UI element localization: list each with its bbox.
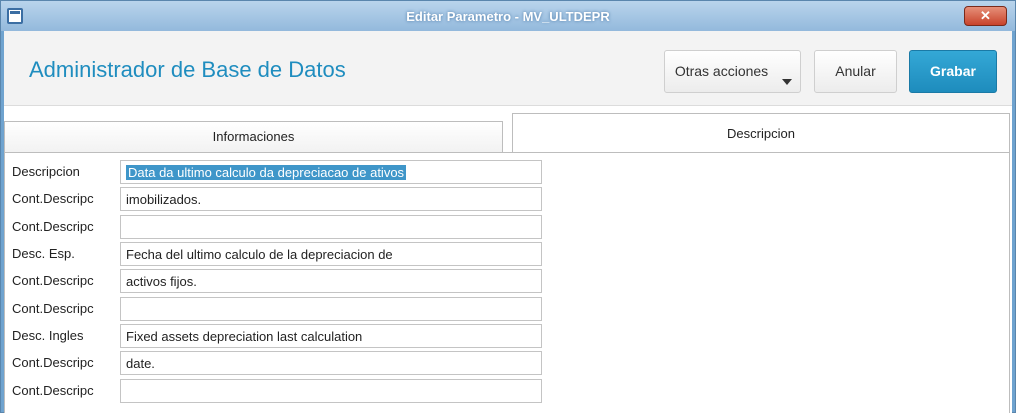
field-label: Cont.Descripc xyxy=(12,355,94,370)
caret-down-icon xyxy=(782,79,792,85)
window-title: Editar Parametro - MV_ULTDEPR xyxy=(406,9,610,24)
grabar-button[interactable]: Grabar xyxy=(909,50,997,93)
cont-descripc-field-1[interactable]: imobilizados. xyxy=(120,187,542,211)
form-row: Desc. Ingles Fixed assets depreciation l… xyxy=(5,324,565,350)
header: Administrador de Base de Datos Otras acc… xyxy=(4,31,1012,106)
tab-informaciones-label: Informaciones xyxy=(212,129,295,144)
field-label: Cont.Descripc xyxy=(12,219,94,234)
cont-descripc-field-6[interactable] xyxy=(120,379,542,403)
field-label: Cont.Descripc xyxy=(12,273,94,288)
tab-descripcion-label: Descripcion xyxy=(727,126,795,141)
descripcion-panel: Descripcion Data da ultimo calculo da de… xyxy=(4,152,1010,413)
cont-descripc-field-2[interactable] xyxy=(120,215,542,239)
tab-descripcion[interactable]: Descripcion xyxy=(512,113,1010,153)
field-label: Cont.Descripc xyxy=(12,383,94,398)
client-area: Administrador de Base de Datos Otras acc… xyxy=(4,31,1012,413)
form-row: Cont.Descripc xyxy=(5,297,565,323)
form-row: Cont.Descripc activos fijos. xyxy=(5,269,565,295)
descripcion-field[interactable]: Data da ultimo calculo da depreciacao de… xyxy=(120,160,542,184)
form-row: Cont.Descripc xyxy=(5,379,565,405)
otras-acciones-button[interactable]: Otras acciones xyxy=(664,50,801,93)
page-title: Administrador de Base de Datos xyxy=(29,57,346,82)
form-row: Cont.Descripc xyxy=(5,215,565,241)
field-label: Cont.Descripc xyxy=(12,301,94,316)
cont-descripc-field-5[interactable]: date. xyxy=(120,351,542,375)
desc-ingles-field[interactable]: Fixed assets depreciation last calculati… xyxy=(120,324,542,348)
desc-esp-field[interactable]: Fecha del ultimo calculo de la depreciac… xyxy=(120,242,542,266)
selected-text: Data da ultimo calculo da depreciacao de… xyxy=(126,165,407,180)
field-label: Cont.Descripc xyxy=(12,191,94,206)
otras-acciones-label: Otras acciones xyxy=(674,63,769,79)
title-bar[interactable]: Editar Parametro - MV_ULTDEPR ✕ xyxy=(1,1,1015,31)
tab-bar: Informaciones Descripcion xyxy=(4,113,1012,153)
form-row: Desc. Esp. Fecha del ultimo calculo de l… xyxy=(5,242,565,268)
field-label: Desc. Esp. xyxy=(12,246,75,261)
form-row: Cont.Descripc imobilizados. xyxy=(5,187,565,213)
form-row: Descripcion Data da ultimo calculo da de… xyxy=(5,160,565,186)
tab-informaciones[interactable]: Informaciones xyxy=(4,121,503,153)
anular-button[interactable]: Anular xyxy=(814,50,897,93)
field-label: Desc. Ingles xyxy=(12,328,84,343)
close-button[interactable]: ✕ xyxy=(964,6,1007,26)
dialog-window: Editar Parametro - MV_ULTDEPR ✕ Administ… xyxy=(0,0,1016,413)
field-label: Descripcion xyxy=(12,164,80,179)
cont-descripc-field-3[interactable]: activos fijos. xyxy=(120,269,542,293)
form-row: Cont.Descripc date. xyxy=(5,351,565,377)
cont-descripc-field-4[interactable] xyxy=(120,297,542,321)
